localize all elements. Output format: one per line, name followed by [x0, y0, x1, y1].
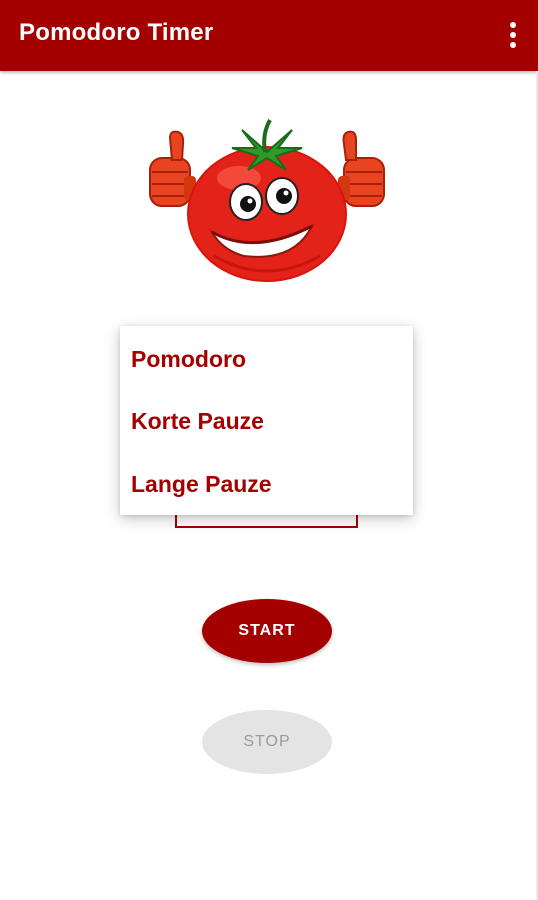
- more-vert-icon[interactable]: [504, 20, 522, 50]
- app-toolbar: Pomodoro Timer: [0, 0, 538, 71]
- dropdown-option-lange-pauze[interactable]: Lange Pauze: [120, 453, 413, 515]
- timer-type-dropdown: Pomodoro Korte Pauze Lange Pauze: [120, 326, 413, 515]
- stop-button[interactable]: STOP: [202, 710, 332, 774]
- right-thumbs-up-icon: [338, 130, 385, 207]
- app-screen: Pomodoro Timer Pomodoro Korte Pauze Lang…: [0, 0, 538, 900]
- menu-dot: [510, 22, 516, 28]
- left-thumbs-up-icon: [149, 130, 196, 207]
- menu-dot: [510, 32, 516, 38]
- dropdown-option-korte-pauze[interactable]: Korte Pauze: [120, 390, 413, 452]
- start-button[interactable]: START: [202, 599, 332, 663]
- dropdown-option-pomodoro[interactable]: Pomodoro: [120, 328, 413, 390]
- tomato-thumbs-up-icon: [149, 119, 385, 282]
- app-title: Pomodoro Timer: [19, 19, 214, 46]
- menu-dot: [510, 42, 516, 48]
